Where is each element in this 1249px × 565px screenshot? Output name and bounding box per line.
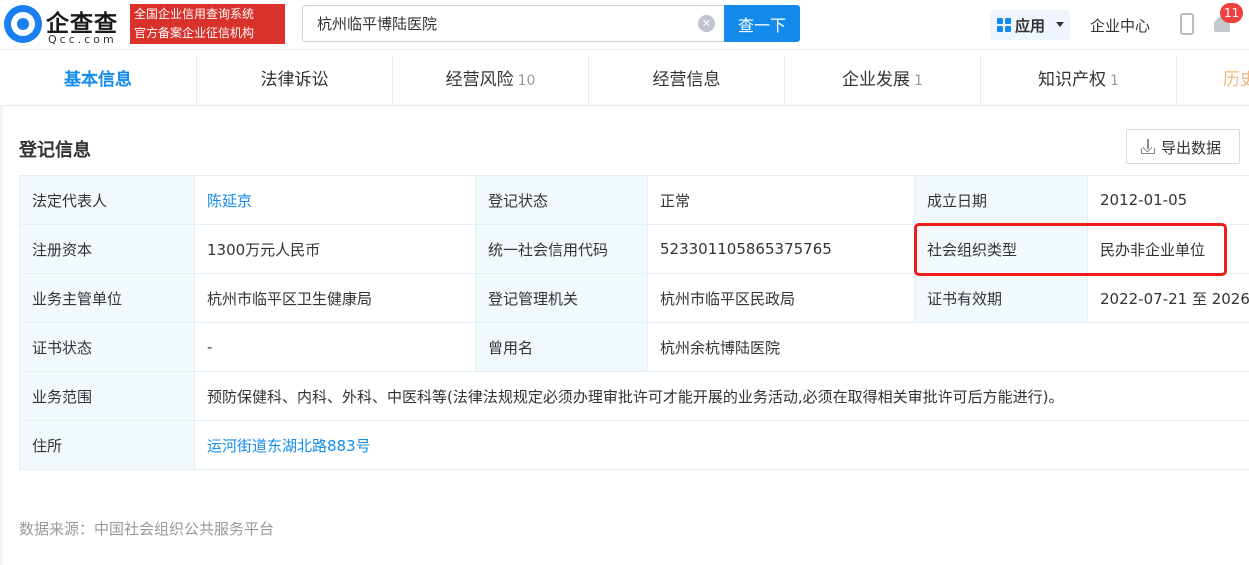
- address-key: 住所: [19, 420, 195, 470]
- logo-domain: Qcc.com: [48, 33, 117, 46]
- tab-count: 10: [517, 73, 536, 89]
- tab-bar: 基本信息 法律诉讼 经营风险 10 经营信息 企业发展 1 知识产权 1 历史: [0, 56, 1249, 106]
- registrar-value: 杭州市临平区民政局: [647, 273, 915, 323]
- table-row: 住所 运河街道东湖北路883号: [19, 420, 1249, 470]
- tab-count: 1: [1110, 73, 1119, 89]
- logo-mark-icon: [4, 5, 42, 43]
- left-gutter: [0, 106, 3, 565]
- data-source-note: 数据来源：中国社会组织公共服务平台: [19, 520, 275, 538]
- export-label: 导出数据: [1161, 139, 1222, 157]
- validity-value: 2022-07-21 至 2026-: [1087, 273, 1249, 323]
- table-row: 业务主管单位 杭州市临平区卫生健康局 登记管理机关 杭州市临平区民政局 证书有效…: [19, 273, 1249, 323]
- registration-table: 法定代表人 陈延京 登记状态 正常 成立日期 2012-01-05 注册资本 1…: [19, 175, 1249, 470]
- table-row: 法定代表人 陈延京 登记状态 正常 成立日期 2012-01-05: [19, 175, 1249, 225]
- capital-value: 1300万元人民币: [194, 224, 476, 274]
- table-row: 证书状态 - 曾用名 杭州余杭博陆医院: [19, 322, 1249, 372]
- former-name-key: 曾用名: [475, 322, 648, 372]
- status-value: 正常: [647, 175, 915, 225]
- search-button[interactable]: 查一下: [724, 5, 800, 42]
- qcc-logo[interactable]: 企查查 Qcc.com: [4, 4, 128, 46]
- tab-history[interactable]: 历史: [1177, 56, 1249, 105]
- clear-icon[interactable]: ✕: [698, 15, 715, 32]
- notification-badge: 11: [1220, 3, 1244, 23]
- chevron-down-icon: [1056, 22, 1064, 27]
- tab-label: 知识产权: [1038, 70, 1107, 90]
- slogan-line-1: 全国企业信用查询系统: [134, 7, 255, 21]
- legal-rep-link[interactable]: 陈延京: [194, 175, 476, 225]
- validity-key: 证书有效期: [914, 273, 1088, 323]
- apps-label: 应用: [1015, 17, 1046, 35]
- table-row: 注册资本 1300万元人民币 统一社会信用代码 5233011058653757…: [19, 224, 1249, 274]
- tab-ip[interactable]: 知识产权 1: [981, 56, 1177, 105]
- supervisor-value: 杭州市临平区卫生健康局: [194, 273, 476, 323]
- org-type-key: 社会组织类型: [914, 224, 1088, 274]
- founded-value: 2012-01-05: [1087, 175, 1249, 225]
- tab-label: 企业发展: [842, 70, 911, 90]
- download-icon: [1141, 139, 1155, 154]
- founded-key: 成立日期: [914, 175, 1088, 225]
- tab-risk[interactable]: 经营风险 10: [393, 56, 589, 105]
- enterprise-center-link[interactable]: 企业中心: [1090, 15, 1150, 36]
- tab-legal[interactable]: 法律诉讼: [197, 56, 393, 105]
- credit-code-key: 统一社会信用代码: [475, 224, 648, 274]
- slogan-line-2: 官方备案企业征信机构: [134, 26, 255, 40]
- org-type-value: 民办非企业单位: [1087, 224, 1249, 274]
- cert-status-value: -: [194, 322, 476, 372]
- legal-rep-key: 法定代表人: [19, 175, 195, 225]
- export-data-button[interactable]: 导出数据: [1126, 129, 1240, 164]
- tab-operations[interactable]: 经营信息: [589, 56, 785, 105]
- section-title: 登记信息: [19, 140, 91, 161]
- supervisor-key: 业务主管单位: [19, 273, 195, 323]
- credit-code-value: 52330110586537576​5: [647, 224, 915, 274]
- table-row: 业务范围 预防保健科、内科、外科、中医科等(法律法规规定必须办理审批许可才能开展…: [19, 371, 1249, 421]
- tab-label: 经营风险: [445, 70, 514, 90]
- scope-key: 业务范围: [19, 371, 195, 421]
- top-header: 企查查 Qcc.com 全国企业信用查询系统 官方备案企业征信机构 ✕ 查一下 …: [0, 0, 1249, 50]
- tab-label: 基本信息: [64, 70, 132, 90]
- tab-label: 法律诉讼: [260, 70, 329, 90]
- slogan-badge: 全国企业信用查询系统 官方备案企业征信机构: [130, 4, 285, 44]
- apps-menu[interactable]: 应用: [990, 10, 1070, 40]
- cert-status-key: 证书状态: [19, 322, 195, 372]
- address-link[interactable]: 运河街道东湖北路883号: [194, 420, 1249, 470]
- status-key: 登记状态: [475, 175, 648, 225]
- tab-development[interactable]: 企业发展 1: [785, 56, 981, 105]
- tab-label: 经营信息: [652, 70, 721, 90]
- capital-key: 注册资本: [19, 224, 195, 274]
- former-name-value: 杭州余杭博陆医院: [647, 322, 1249, 372]
- registrar-key: 登记管理机关: [475, 273, 648, 323]
- apps-grid-icon: [997, 18, 1011, 32]
- search-input[interactable]: [302, 5, 724, 42]
- scope-value: 预防保健科、内科、外科、中医科等(法律法规规定必须办理审批许可才能开展的业务活动…: [194, 371, 1249, 421]
- tab-label: 历史: [1223, 70, 1249, 90]
- tab-count: 1: [914, 73, 923, 89]
- phone-icon[interactable]: [1180, 13, 1194, 35]
- tab-basic-info[interactable]: 基本信息: [0, 56, 197, 105]
